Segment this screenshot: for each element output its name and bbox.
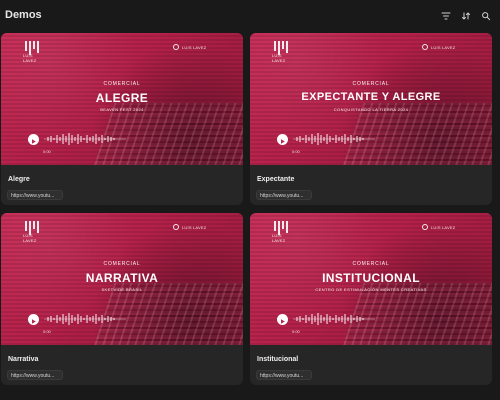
thumbnail-headline: NARRATIVA <box>85 271 159 285</box>
waveform-icon <box>293 313 375 325</box>
logo-text: LUIS LAVEZ <box>272 53 286 63</box>
thumbnail-subtitle: CONQUISTANDO LA TIERRA 2024 <box>333 107 409 112</box>
demo-thumbnail[interactable]: LUIS LAVEZ LUIS LAVEZ COMERCIAL NARRATIV… <box>1 213 243 345</box>
right-brand-logo: LUIS LAVEZ <box>422 43 474 51</box>
right-logo-text: LUIS LAVEZ <box>431 44 456 50</box>
playback-time: 0:00 <box>292 149 300 154</box>
waveform-icon <box>44 133 126 145</box>
thumbnail-kicker: COMERCIAL <box>103 261 141 267</box>
thumbnail-kicker: COMERCIAL <box>352 261 390 267</box>
brand-logo: LUIS LAVEZ <box>23 221 47 243</box>
demo-link[interactable]: https://www.youtu... <box>256 190 312 200</box>
demo-card[interactable]: LUIS LAVEZ LUIS LAVEZ COMERCIAL ALEGRE B… <box>1 33 243 205</box>
thumbnail-headline: EXPECTANTE Y ALEGRE <box>301 91 441 103</box>
demo-card[interactable]: LUIS LAVEZ LUIS LAVEZ COMERCIAL EXPECTAN… <box>250 33 492 205</box>
play-button[interactable] <box>277 314 288 325</box>
right-logo-text: LUIS LAVEZ <box>182 224 207 230</box>
circle-logo-icon <box>422 224 428 230</box>
right-brand-logo: LUIS LAVEZ <box>173 223 225 231</box>
playback-time: 0:00 <box>43 149 51 154</box>
brand-logo: LUIS LAVEZ <box>272 221 296 243</box>
filter-icon[interactable] <box>440 10 452 22</box>
demo-card[interactable]: LUIS LAVEZ LUIS LAVEZ COMERCIAL NARRATIV… <box>1 213 243 385</box>
demo-thumbnail[interactable]: LUIS LAVEZ LUIS LAVEZ COMERCIAL EXPECTAN… <box>250 33 492 165</box>
waveform-icon <box>44 313 126 325</box>
thumbnail-subtitle: BEAVEN FEST 2024 <box>100 107 144 112</box>
demo-title: Institucional <box>257 356 299 363</box>
demo-link[interactable]: https://www.youtu... <box>256 370 312 380</box>
circle-logo-icon <box>173 224 179 230</box>
right-brand-logo: LUIS LAVEZ <box>173 43 225 51</box>
thumbnail-kicker: COMERCIAL <box>103 81 141 87</box>
right-logo-text: LUIS LAVEZ <box>182 44 207 50</box>
audio-player <box>28 131 128 147</box>
demo-link[interactable]: https://www.youtu... <box>7 190 63 200</box>
thumbnail-headline: ALEGRE <box>95 91 149 105</box>
demo-title: Narrativa <box>8 356 39 363</box>
thumbnail-subtitle: CENTRO DE ESTIMULACIÓN MENTES CREATIVAS <box>315 287 427 292</box>
page-title: Demos <box>5 9 42 21</box>
playback-time: 0:00 <box>43 329 51 334</box>
logo-text: LUIS LAVEZ <box>23 53 37 63</box>
thumbnail-kicker: COMERCIAL <box>352 81 390 87</box>
thumbnail-subtitle: SKETVIDE BRASIL <box>101 287 143 292</box>
demo-title: Alegre <box>8 176 30 183</box>
right-brand-logo: LUIS LAVEZ <box>422 223 474 231</box>
brand-logo: LUIS LAVEZ <box>272 41 296 63</box>
demo-link[interactable]: https://www.youtu... <box>7 370 63 380</box>
audio-player <box>28 311 128 327</box>
search-icon[interactable] <box>480 10 492 22</box>
top-bar: Demos <box>0 0 500 32</box>
play-button[interactable] <box>28 134 39 145</box>
brand-logo: LUIS LAVEZ <box>23 41 47 63</box>
sort-icon[interactable] <box>460 10 472 22</box>
waveform-icon <box>293 133 375 145</box>
play-button[interactable] <box>28 314 39 325</box>
demo-thumbnail[interactable]: LUIS LAVEZ LUIS LAVEZ COMERCIAL INSTITUC… <box>250 213 492 345</box>
right-logo-text: LUIS LAVEZ <box>431 224 456 230</box>
demo-title: Expectante <box>257 176 295 183</box>
demo-thumbnail[interactable]: LUIS LAVEZ LUIS LAVEZ COMERCIAL ALEGRE B… <box>1 33 243 165</box>
circle-logo-icon <box>173 44 179 50</box>
demo-card[interactable]: LUIS LAVEZ LUIS LAVEZ COMERCIAL INSTITUC… <box>250 213 492 385</box>
play-button[interactable] <box>277 134 288 145</box>
logo-text: LUIS LAVEZ <box>272 233 286 243</box>
audio-player <box>277 311 377 327</box>
playback-time: 0:00 <box>292 329 300 334</box>
logo-text: LUIS LAVEZ <box>23 233 37 243</box>
thumbnail-headline: INSTITUCIONAL <box>322 271 420 285</box>
circle-logo-icon <box>422 44 428 50</box>
toolbar <box>440 10 492 22</box>
audio-player <box>277 131 377 147</box>
